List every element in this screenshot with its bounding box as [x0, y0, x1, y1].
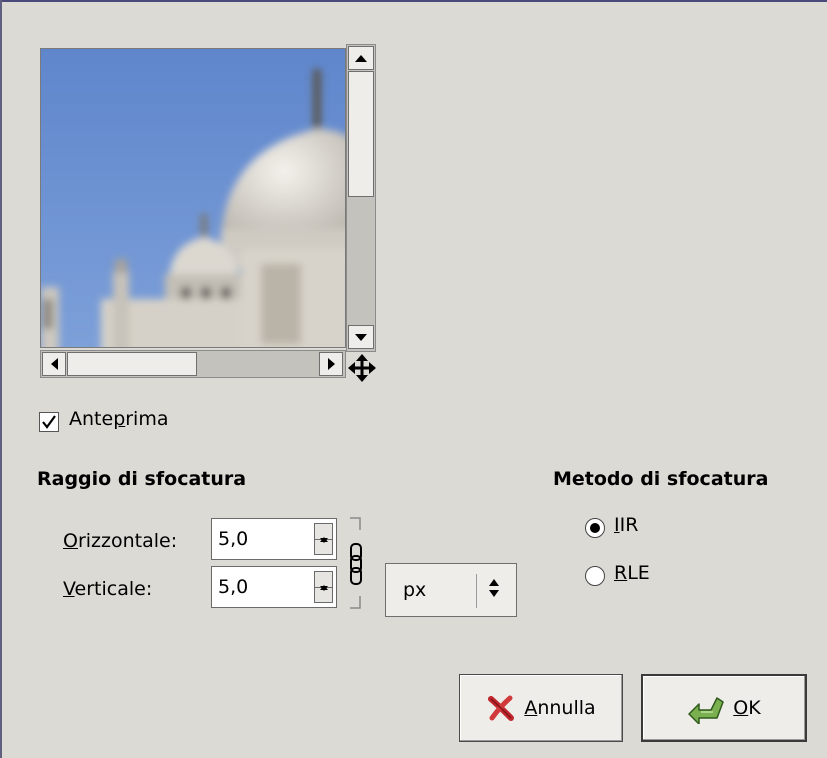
window-left-border: [0, 0, 2, 758]
horizontal-scroll-thumb[interactable]: [67, 352, 197, 376]
move-cross-arrows-icon[interactable]: [348, 354, 376, 382]
radio-selected-dot: [590, 523, 600, 533]
horizontal-radius-value[interactable]: 5,0: [218, 528, 248, 550]
window-top-border: [0, 0, 827, 2]
arrow-up-icon: [355, 54, 367, 62]
vertical-spin-arrows[interactable]: [314, 571, 333, 603]
ok-mnemonic: O: [733, 697, 749, 719]
preview-label[interactable]: Anteprima: [69, 408, 169, 430]
blur-method-title: Metodo di sfocatura: [553, 468, 769, 490]
preview-horizontal-scrollbar[interactable]: [40, 350, 346, 378]
vertical-scroll-thumb[interactable]: [348, 71, 374, 197]
ok-label-rest: K: [748, 697, 761, 719]
horizontal-label-rest: rizzontale:: [77, 530, 178, 552]
ok-arrow-icon: [688, 697, 725, 724]
rle-label-rest: LE: [627, 562, 650, 584]
cancel-mnemonic: A: [524, 697, 538, 719]
rle-mnemonic: R: [614, 562, 628, 584]
vertical-label-rest: erticale:: [74, 578, 153, 600]
cancel-button[interactable]: Annulla: [459, 674, 623, 742]
radio-iir[interactable]: [585, 518, 605, 538]
unit-value: px: [403, 579, 427, 601]
scroll-down-button[interactable]: [348, 325, 374, 349]
cancel-x-icon: [488, 695, 515, 721]
scroll-up-button[interactable]: [348, 46, 374, 70]
preview-label-part: Ante: [69, 408, 114, 430]
spin-down-button[interactable]: [315, 585, 332, 606]
small-arrow-down-icon: [319, 585, 328, 606]
preview-checkbox[interactable]: [39, 412, 59, 432]
updown-arrows-icon: [489, 579, 499, 597]
radio-iir-label[interactable]: IIR: [614, 514, 638, 536]
arrow-right-icon: [327, 358, 335, 370]
scroll-left-button[interactable]: [42, 352, 66, 376]
blur-radius-title: Raggio di sfocatura: [37, 468, 247, 490]
unit-separator: [476, 574, 477, 608]
radio-rle[interactable]: [585, 566, 605, 586]
horizontal-spin-arrows[interactable]: [314, 523, 333, 555]
arrow-down-icon: [355, 333, 367, 341]
scroll-right-button[interactable]: [319, 352, 343, 376]
vertical-mnemonic: V: [63, 578, 75, 600]
iir-label-rest: IR: [619, 514, 639, 536]
small-arrow-down-icon: [319, 537, 328, 558]
ok-label: OK: [733, 697, 760, 719]
vertical-radius-value[interactable]: 5,0: [218, 576, 248, 598]
preview-image[interactable]: [40, 48, 346, 348]
chain-link-icon[interactable]: [342, 514, 370, 614]
taj-mahal-image: [41, 49, 345, 347]
arrow-left-icon: [50, 358, 58, 370]
cancel-label: Annulla: [524, 697, 595, 719]
ok-button[interactable]: OK: [641, 674, 807, 742]
preview-vertical-scrollbar[interactable]: [346, 44, 376, 352]
spin-down-button[interactable]: [315, 537, 332, 558]
preview-label-mnemonic: p: [113, 408, 126, 430]
preview-label-part: rima: [125, 408, 169, 430]
unit-selector[interactable]: px: [385, 563, 517, 617]
vertical-label: Verticale:: [63, 578, 152, 600]
cancel-label-rest: nnulla: [537, 697, 596, 719]
horizontal-label: Orizzontale:: [63, 530, 177, 552]
horizontal-radius-spinbutton[interactable]: 5,0: [211, 518, 337, 560]
horizontal-mnemonic: O: [63, 530, 78, 552]
checkmark-icon: [42, 415, 56, 429]
vertical-radius-spinbutton[interactable]: 5,0: [211, 566, 337, 608]
radio-rle-label[interactable]: RLE: [614, 562, 650, 584]
